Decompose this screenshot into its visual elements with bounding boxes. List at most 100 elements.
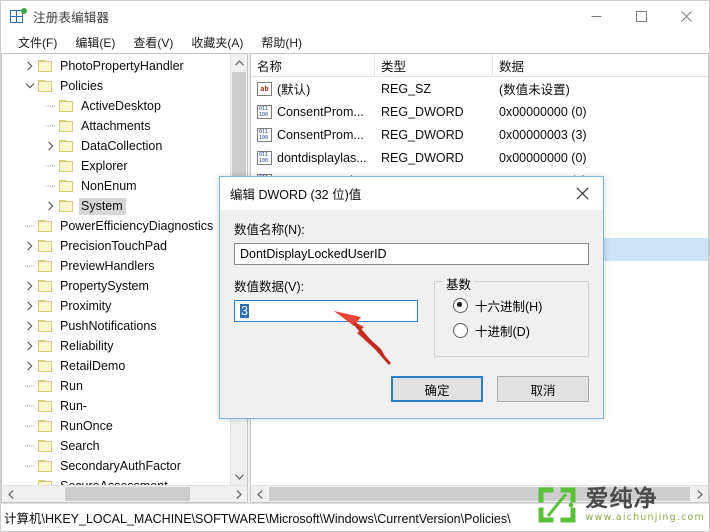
dword-value-icon: 011100: [257, 127, 272, 142]
menu-file[interactable]: 文件(F): [9, 32, 66, 53]
tree-guide-dash: [22, 476, 38, 485]
value-row[interactable]: 011 100 ConsentProm... REG_DWORD 0x00000003 …: [251, 123, 708, 146]
tree-horizontal-scrollbar[interactable]: [2, 485, 247, 502]
tree-item-label: System: [79, 197, 126, 215]
chevron-down-icon[interactable]: [22, 76, 38, 96]
tree-guide-dash: [43, 176, 59, 196]
tree-item[interactable]: PowerEfficiencyDiagnostics: [2, 216, 229, 236]
menu-help[interactable]: 帮助(H): [252, 32, 311, 53]
scroll-up-icon[interactable]: [231, 54, 247, 71]
radio-decimal-icon[interactable]: [453, 323, 468, 338]
column-header-name[interactable]: 名称: [251, 54, 375, 76]
tree-item[interactable]: ActiveDesktop: [2, 96, 229, 116]
folder-icon: [38, 339, 53, 353]
tree-guide-dash: [43, 96, 59, 116]
folder-icon: [38, 359, 53, 373]
value-row[interactable]: 011 100 dontdisplaylas... REG_DWORD 0x000000…: [251, 146, 708, 169]
folder-icon: [38, 259, 53, 273]
value-data-input[interactable]: 3: [234, 300, 418, 322]
chevron-right-icon[interactable]: [22, 316, 38, 336]
tree-item-label: Run: [60, 378, 83, 393]
tree-item[interactable]: Run-: [2, 396, 229, 416]
tree-item[interactable]: PrecisionTouchPad: [2, 236, 229, 256]
ok-button[interactable]: 确定: [391, 376, 483, 402]
column-header-type[interactable]: 类型: [375, 54, 493, 76]
folder-icon: [38, 239, 53, 253]
chevron-right-icon[interactable]: [43, 136, 59, 156]
values-column-headers: 名称 类型 数据: [251, 54, 708, 77]
tree-item[interactable]: Search: [2, 436, 229, 456]
tree-item[interactable]: NonEnum: [2, 176, 229, 196]
tree-item[interactable]: SecondaryAuthFactor: [2, 456, 229, 476]
maximize-button[interactable]: [619, 1, 664, 31]
chevron-right-icon[interactable]: [22, 296, 38, 316]
radio-hexadecimal-icon[interactable]: [453, 298, 468, 313]
tree-item[interactable]: System: [2, 196, 229, 216]
chevron-right-icon[interactable]: [43, 196, 59, 216]
tree-item[interactable]: Reliability: [2, 336, 229, 356]
tree-item-label: Reliability: [60, 338, 114, 353]
registry-editor-window: 注册表编辑器 文件(F) 编辑(E) 查看(V) 收藏夹(A) 帮助(H) Ph…: [0, 0, 710, 532]
scroll-down-icon[interactable]: [231, 468, 247, 485]
tree-item-label: SecureAssessment: [58, 478, 171, 486]
chevron-right-icon[interactable]: [22, 336, 38, 356]
minimize-button[interactable]: [574, 1, 619, 31]
values-scroll-left-icon[interactable]: [251, 486, 268, 502]
value-data-cell: 0x00000000 (0): [499, 150, 587, 165]
tree-guide-dash: [22, 396, 38, 416]
menu-view[interactable]: 查看(V): [124, 32, 182, 53]
tree-item[interactable]: PreviewHandlers: [2, 256, 229, 276]
tree-item-label: Attachments: [81, 118, 151, 133]
tree-item[interactable]: PropertySystem: [2, 276, 229, 296]
tree-item-label: Proximity: [60, 298, 112, 313]
tree-item[interactable]: PhotoPropertyHandler: [2, 56, 229, 76]
folder-icon: [38, 299, 53, 313]
value-name-text: DontDisplayLockedUserID: [240, 247, 387, 261]
tree-hscroll-thumb[interactable]: [65, 487, 190, 501]
value-data-cell: 0x00000000 (0): [499, 104, 587, 119]
tree-scroll-thumb[interactable]: [232, 72, 246, 192]
folder-icon: [59, 119, 74, 133]
tree-item[interactable]: RetailDemo: [2, 356, 229, 376]
value-type-cell: REG_DWORD: [381, 150, 464, 165]
tree-item[interactable]: Policies: [2, 76, 229, 96]
registry-tree[interactable]: PhotoPropertyHandler Policies ActiveDeskto…: [2, 54, 229, 485]
menu-favorites[interactable]: 收藏夹(A): [182, 32, 252, 53]
value-name-cell: 011 100 dontdisplaylas...: [251, 146, 375, 169]
tree-item[interactable]: SecureAssessment: [2, 476, 229, 485]
tree-item[interactable]: Run: [2, 376, 229, 396]
tree-item[interactable]: PushNotifications: [2, 316, 229, 336]
close-button[interactable]: [664, 1, 709, 31]
value-type-cell: REG_DWORD: [381, 127, 464, 142]
value-type-cell: REG_DWORD: [381, 104, 464, 119]
cancel-button[interactable]: 取消: [497, 376, 589, 402]
value-type-cell: REG_SZ: [381, 81, 432, 96]
registry-icon: [10, 8, 27, 24]
radio-decimal[interactable]: 十进制(D): [453, 321, 578, 340]
tree-item[interactable]: RunOnce: [2, 416, 229, 436]
radio-hexadecimal[interactable]: 十六进制(H): [453, 296, 578, 315]
tree-guide-dash: [22, 416, 38, 436]
tree-item[interactable]: DataCollection: [2, 136, 229, 156]
chevron-right-icon[interactable]: [22, 356, 38, 376]
chevron-right-icon[interactable]: [22, 276, 38, 296]
tree-guide-dash: [22, 256, 38, 276]
scroll-left-icon[interactable]: [2, 486, 19, 502]
chevron-right-icon[interactable]: [22, 56, 38, 76]
tree-item-label: PreviewHandlers: [60, 258, 155, 273]
tree-item[interactable]: Explorer: [2, 156, 229, 176]
menu-edit[interactable]: 编辑(E): [66, 32, 124, 53]
scroll-right-icon[interactable]: [230, 486, 247, 502]
base-groupbox: 基数 十六进制(H) 十进制(D): [434, 274, 589, 357]
value-name-text: (默认): [277, 83, 311, 97]
folder-icon: [59, 159, 74, 173]
tree-item[interactable]: Proximity: [2, 296, 229, 316]
value-row[interactable]: ab (默认) REG_SZ (数值未设置): [251, 77, 708, 100]
dialog-close-button[interactable]: [561, 177, 603, 209]
column-header-data[interactable]: 数据: [493, 54, 708, 76]
tree-item[interactable]: Attachments: [2, 116, 229, 136]
folder-icon: [38, 319, 53, 333]
chevron-right-icon[interactable]: [22, 236, 38, 256]
value-name-input[interactable]: DontDisplayLockedUserID: [234, 243, 589, 265]
value-row[interactable]: 011 100 ConsentProm... REG_DWORD 0x00000000 …: [251, 100, 708, 123]
